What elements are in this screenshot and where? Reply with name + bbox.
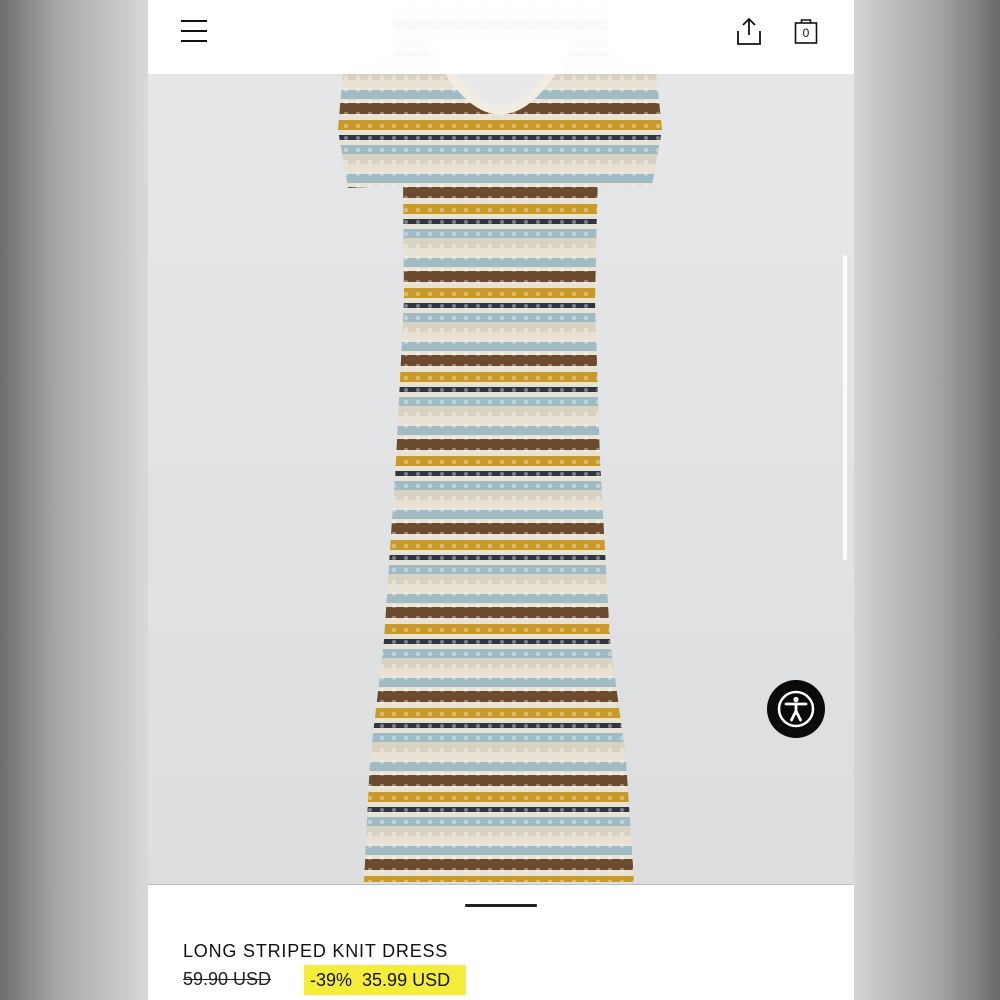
striped-knit-dress-photo xyxy=(338,4,662,882)
shopping-bag-button[interactable]: 0 xyxy=(794,17,818,45)
original-price: 59.90 USD xyxy=(183,969,272,989)
phone-screen: 0 LONG STRIPED KNIT DRESS 59.90 USD -39%… xyxy=(148,0,854,1000)
product-info-sheet: LONG STRIPED KNIT DRESS 59.90 USD -39% 35… xyxy=(148,884,854,1000)
bag-item-count: 0 xyxy=(802,26,810,40)
product-title: LONG STRIPED KNIT DRESS xyxy=(183,941,449,961)
share-icon[interactable] xyxy=(734,16,764,46)
hamburger-menu-icon[interactable] xyxy=(181,19,207,43)
discount-percent: -39% xyxy=(310,970,353,990)
product-image[interactable] xyxy=(148,0,854,884)
top-navigation-bar: 0 xyxy=(148,0,854,74)
image-scrollbar[interactable] xyxy=(843,255,847,560)
sale-price: 35.99 USD xyxy=(362,970,451,990)
sheet-drag-handle[interactable] xyxy=(465,904,537,907)
accessibility-person-icon xyxy=(777,690,815,728)
sale-price-badge: -39% 35.99 USD xyxy=(304,965,467,995)
accessibility-button[interactable] xyxy=(767,680,825,738)
